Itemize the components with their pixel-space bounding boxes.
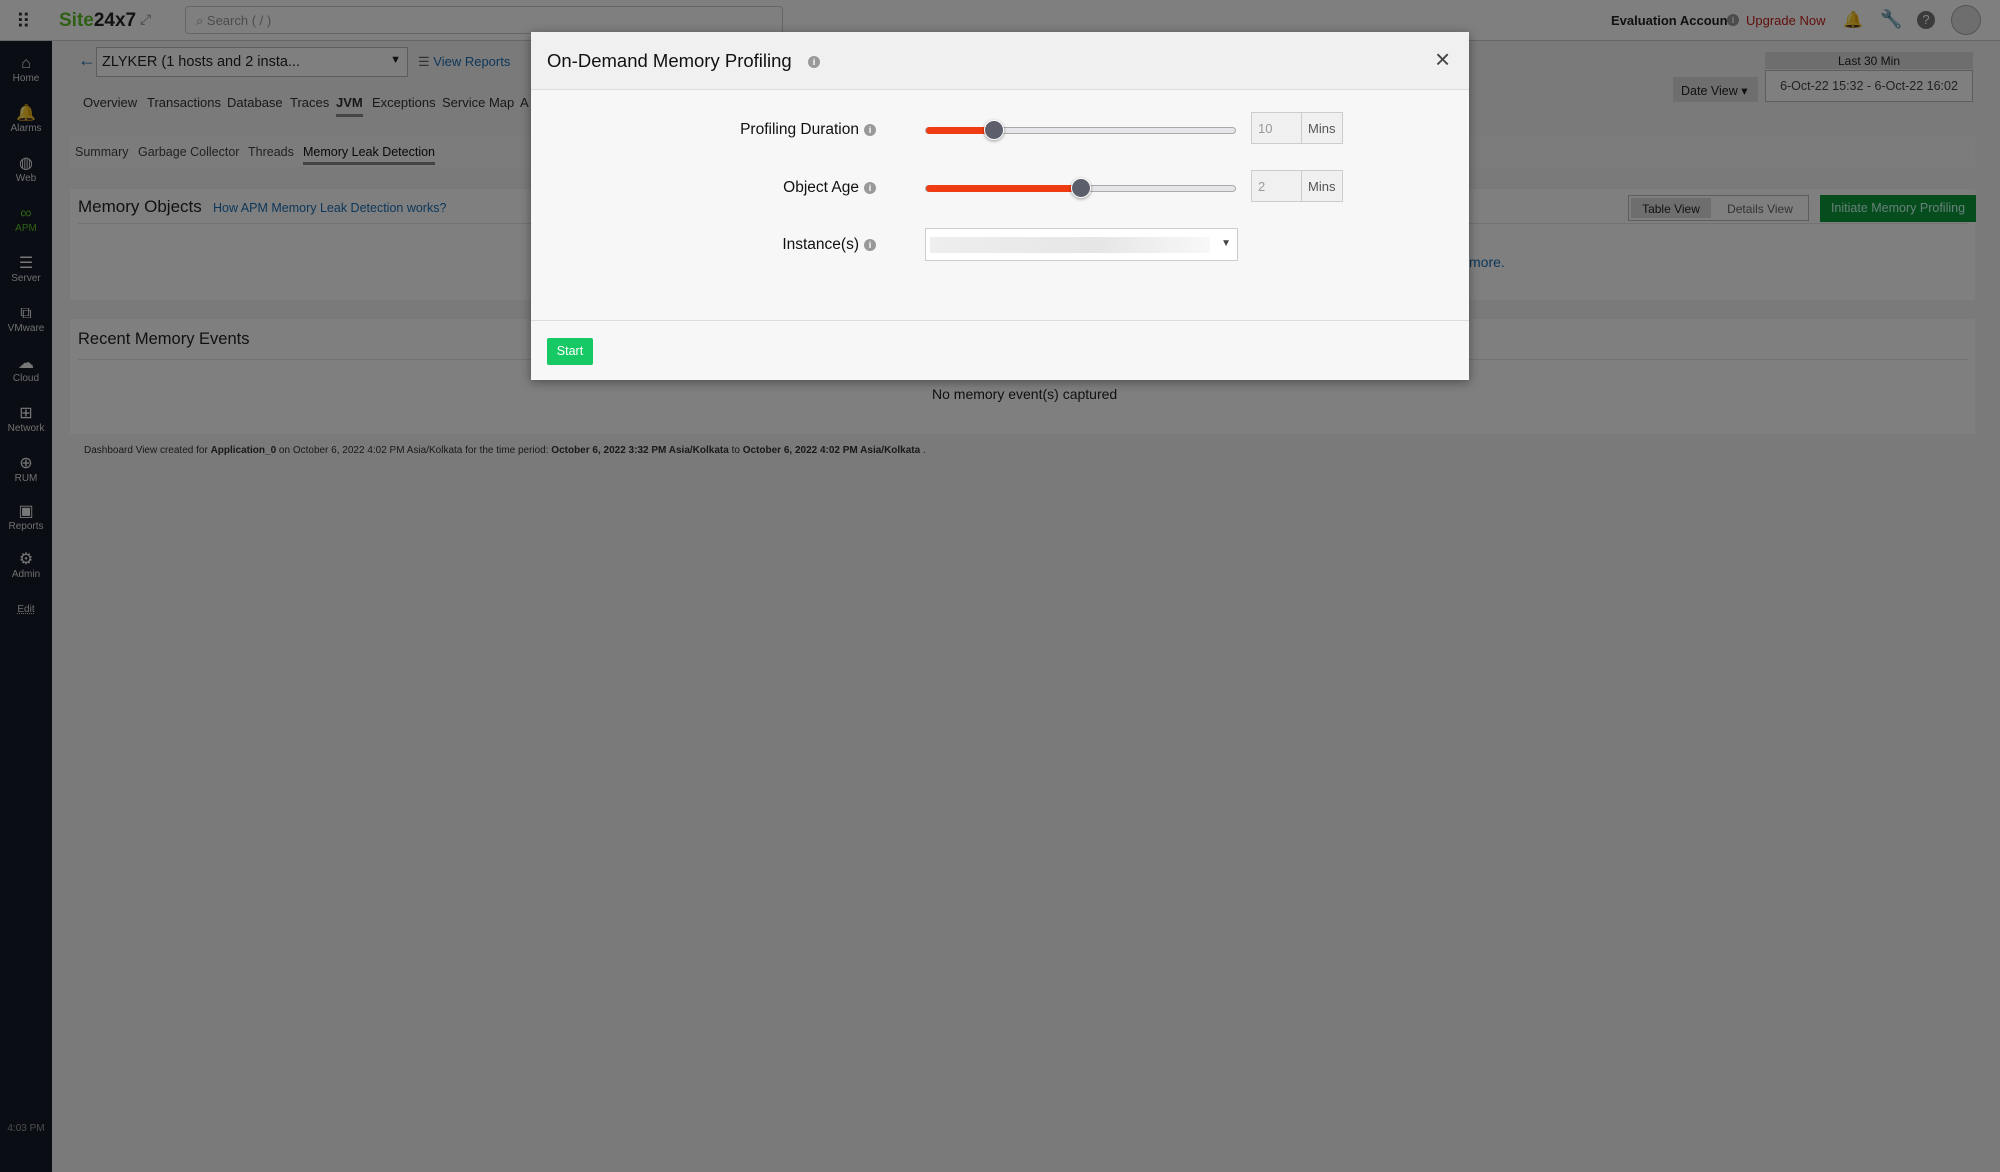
dialog-header: On-Demand Memory Profiling i × <box>531 32 1469 90</box>
info-icon[interactable]: i <box>864 123 876 136</box>
profiling-duration-slider[interactable] <box>925 120 1236 140</box>
instances-select[interactable]: ▼ <box>925 228 1238 261</box>
info-icon[interactable]: i <box>864 238 876 251</box>
instances-label: Instance(s) i <box>531 236 876 254</box>
profiling-duration-input[interactable]: 10 Mins <box>1251 112 1343 144</box>
slider-handle[interactable] <box>1070 178 1091 198</box>
profiling-duration-label: Profiling Duration i <box>531 121 876 139</box>
memory-profiling-dialog: On-Demand Memory Profiling i × Profiling… <box>531 32 1469 380</box>
slider-fill <box>926 185 1081 192</box>
dialog-title: On-Demand Memory Profiling <box>547 50 792 71</box>
chevron-down-icon: ▼ <box>1221 238 1231 249</box>
object-age-slider[interactable] <box>925 178 1236 198</box>
object-age-input[interactable]: 2 Mins <box>1251 170 1343 202</box>
slider-handle[interactable] <box>983 120 1004 140</box>
close-icon[interactable]: × <box>1435 44 1450 75</box>
info-icon[interactable]: i <box>864 181 876 194</box>
info-icon[interactable]: i <box>808 56 820 68</box>
start-button[interactable]: Start <box>547 338 593 365</box>
blurred-value <box>930 237 1210 253</box>
divider <box>531 320 1469 321</box>
object-age-label: Object Age i <box>531 179 876 197</box>
